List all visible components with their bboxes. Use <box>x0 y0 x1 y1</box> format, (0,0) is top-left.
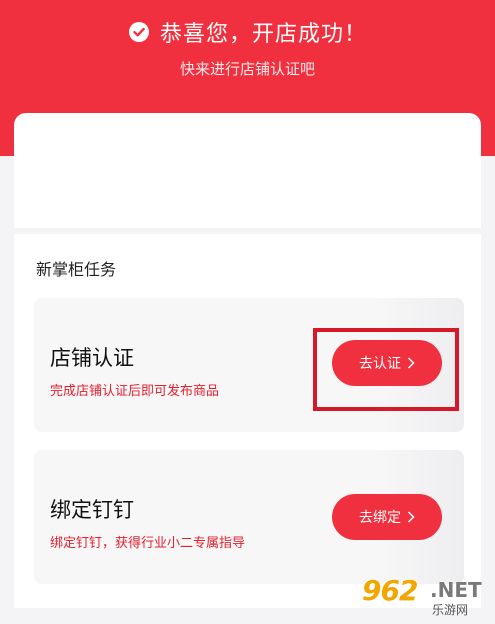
bind-button-label: 去绑定 <box>359 510 401 526</box>
section-title: 新掌柜任务 <box>36 260 117 279</box>
site-watermark: 962 .NET 乐游网 <box>362 574 488 618</box>
task-card-bind-dingtalk: 绑定钉钉 绑定钉钉，获得行业小二专属指导 去绑定 <box>34 450 464 584</box>
watermark-text: 乐游网 <box>432 603 469 617</box>
tasks-panel: 新掌柜任务 店铺认证 完成店铺认证后即可发布商品 去认证 绑定钉钉 绑定钉钉，获… <box>14 228 481 608</box>
watermark-number: 962 <box>362 574 418 607</box>
task-name: 绑定钉钉 <box>50 498 134 522</box>
highlight-box <box>313 328 459 411</box>
page: 恭喜您，开店成功！ 快来进行店铺认证吧 新掌柜任务 店铺认证 完成店铺认证后即可… <box>0 0 495 624</box>
blank-card <box>14 113 481 228</box>
header-title-row: 恭喜您，开店成功！ <box>0 14 495 50</box>
header-subtitle: 快来进行店铺认证吧 <box>179 60 315 78</box>
check-circle-icon <box>128 21 150 43</box>
task-name: 店铺认证 <box>50 346 134 370</box>
watermark-suffix: .NET <box>430 578 482 602</box>
bind-button[interactable]: 去绑定 <box>332 494 442 540</box>
task-description: 完成店铺认证后即可发布商品 <box>50 384 220 399</box>
chevron-right-icon <box>407 511 415 523</box>
task-description: 绑定钉钉，获得行业小二专属指导 <box>50 536 246 551</box>
header-title: 恭喜您，开店成功！ <box>159 22 367 47</box>
